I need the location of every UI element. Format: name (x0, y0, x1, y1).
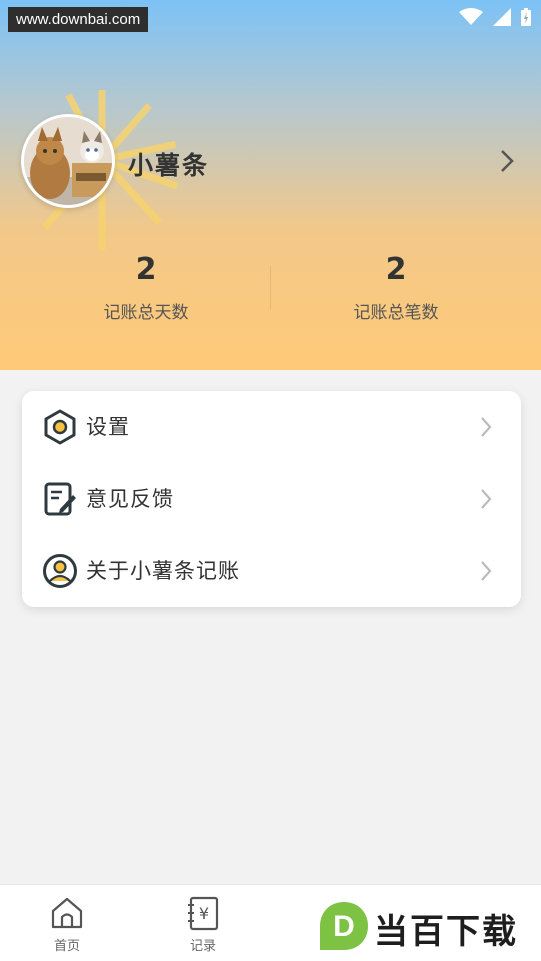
brand-letter: D (333, 910, 355, 943)
tab-label: 记录 (189, 939, 216, 954)
menu-card: 设置 意见反馈 关于小薯条记账 (22, 391, 521, 607)
stat-label: 记账总天数 (103, 303, 189, 323)
chevron-right-icon (481, 489, 492, 509)
tab-label: 首页 (53, 939, 80, 954)
stat-value: 2 (385, 252, 407, 287)
wifi-icon (459, 8, 483, 25)
avatar[interactable] (21, 114, 115, 208)
stat-label: 记账总笔数 (353, 303, 439, 323)
chevron-right-icon (481, 417, 492, 437)
svg-text:¥: ¥ (199, 904, 209, 923)
stat-total-days: 2 记账总天数 (11, 250, 281, 323)
tab-home[interactable]: 首页 (22, 885, 112, 961)
home-icon (51, 897, 83, 929)
menu-item-about[interactable]: 关于小薯条记账 (22, 535, 521, 607)
menu-item-settings[interactable]: 设置 (22, 391, 521, 463)
profile-section[interactable]: 小薯条 (0, 90, 541, 250)
brand-logo-icon: D (320, 902, 368, 950)
feedback-edit-icon (44, 482, 76, 516)
chevron-right-icon (481, 561, 492, 581)
stats-row: 2 记账总天数 2 记账总笔数 (0, 250, 541, 330)
battery-icon (521, 8, 531, 26)
site-watermark: www.downbai.com (8, 7, 149, 32)
username: 小薯条 (128, 151, 210, 180)
signal-icon (493, 8, 511, 26)
brand-watermark: D 当百下载 (318, 896, 538, 954)
brand-text: 当百下载 (374, 912, 518, 952)
stat-value: 2 (135, 252, 157, 287)
tab-records[interactable]: ¥ 记录 (158, 885, 248, 961)
about-user-icon (43, 554, 77, 588)
status-bar: www.downbai.com (0, 0, 541, 34)
menu-label: 意见反馈 (86, 487, 174, 511)
menu-item-feedback[interactable]: 意见反馈 (22, 463, 521, 535)
settings-hexagon-icon (44, 409, 76, 445)
chevron-right-icon[interactable] (496, 148, 518, 174)
stat-total-entries: 2 记账总笔数 (261, 250, 531, 323)
ledger-yen-icon: ¥ (188, 896, 219, 931)
menu-label: 关于小薯条记账 (86, 559, 240, 583)
menu-label: 设置 (86, 415, 130, 439)
